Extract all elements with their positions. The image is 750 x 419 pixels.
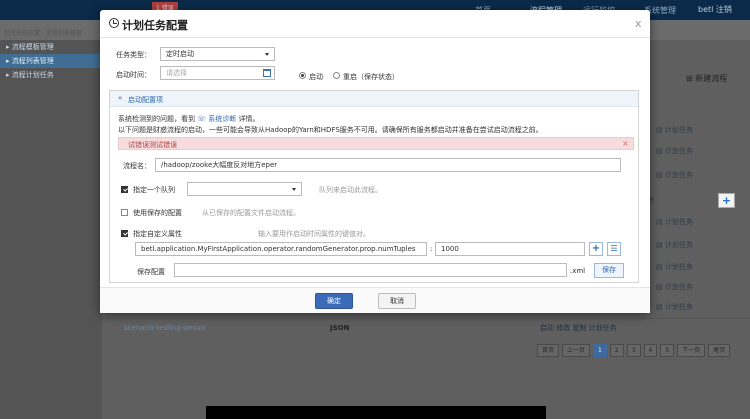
page-1[interactable]: 1 bbox=[593, 344, 607, 357]
cancel-button[interactable]: 取消 bbox=[378, 293, 416, 309]
pagination: 首页 上一页 1 2 3 4 5 下一页 尾页 bbox=[537, 344, 731, 357]
custom-prop-checkbox[interactable] bbox=[121, 230, 128, 237]
custom-prop-hint: 输入要用作启动时间属性的键值对。 bbox=[258, 230, 370, 238]
schedule-task-dialog: 计划任务配置 x 任务类型： 定时启动 启动时间： 请选择 启动 重启（保存状态… bbox=[100, 10, 650, 313]
page-3[interactable]: 3 bbox=[626, 344, 641, 357]
radio-start-label: 启动 bbox=[309, 73, 323, 81]
page-next[interactable]: 下一页 bbox=[677, 344, 706, 357]
page-prev[interactable]: 上一页 bbox=[562, 344, 591, 357]
row-schedule-link[interactable]: ▤ 计划任务 bbox=[656, 146, 693, 156]
task-type-value: 定时启动 bbox=[166, 50, 194, 58]
info-line-2: 以下问题是财惑流程的启动，一些可能会导致从Hadoop的Yarn和HDFS服务不… bbox=[118, 126, 543, 134]
flow-name-cell[interactable]: scenario-testing-umum bbox=[124, 324, 206, 332]
alert-text: 试错误测试错误 bbox=[128, 141, 177, 149]
list-icon[interactable]: ☰ bbox=[607, 242, 621, 256]
queue-label: 指定一个队列 bbox=[133, 186, 175, 194]
info-text: 详情。 bbox=[238, 115, 260, 123]
sidebar-item-scheduled-tasks[interactable]: ▸ 流程计划任务 bbox=[0, 68, 102, 82]
custom-prop-label: 指定自定义属性 bbox=[133, 230, 182, 238]
calendar-icon[interactable] bbox=[263, 69, 271, 77]
save-config-label: 保存配置 bbox=[137, 268, 165, 276]
key-value-separator: : bbox=[430, 245, 433, 253]
panel-title: 启动配置项 bbox=[128, 96, 163, 104]
page-first[interactable]: 首页 bbox=[537, 344, 560, 357]
page-2[interactable]: 2 bbox=[609, 344, 624, 357]
new-flow-button[interactable]: ⊞ 新建流程 bbox=[686, 73, 727, 84]
start-config-panel: « 启动配置项 系统检测到的问题，看到 ☏ 系统诊断 详情。 以下问题是财惑流程… bbox=[109, 90, 639, 283]
row-schedule-label: 计划任务 bbox=[664, 241, 693, 249]
radio-start[interactable] bbox=[299, 72, 306, 79]
row-schedule-label: 计划任务 bbox=[664, 263, 693, 271]
row-schedule-label: 计划任务 bbox=[664, 303, 693, 311]
queue-select[interactable] bbox=[187, 182, 302, 196]
row-schedule-link[interactable]: ▤ 计划任务 bbox=[656, 302, 693, 312]
radio-restart-label: 重启（保存状态） bbox=[343, 73, 399, 81]
dialog-title: 计划任务配置 bbox=[122, 19, 188, 32]
breadcrumb: 您所在的位置：流程列表管理 bbox=[4, 30, 83, 37]
chevron-down-icon bbox=[265, 53, 269, 56]
panel-header[interactable]: « 启动配置项 bbox=[110, 91, 638, 107]
sidebar-item-label: 流程列表管理 bbox=[11, 57, 54, 65]
queue-hint: 队列来启动此流程。 bbox=[319, 186, 382, 194]
table-row: scenario-testing-umum JSON 启动 修改 复制 计划任务 bbox=[102, 318, 750, 336]
page-4[interactable]: 4 bbox=[643, 344, 658, 357]
row-schedule-link[interactable]: ▤ 计划任务 bbox=[656, 240, 693, 250]
new-flow-label: 新建流程 bbox=[695, 74, 728, 83]
radio-restart[interactable] bbox=[333, 72, 340, 79]
diagnose-link[interactable]: ☏ 系统诊断 bbox=[197, 115, 236, 123]
row-schedule-label: 计划任务 bbox=[664, 218, 693, 226]
saved-config-label: 使用保存的配置 bbox=[133, 209, 182, 217]
user-menu[interactable]: betl 注销 bbox=[698, 4, 732, 15]
row-schedule-link[interactable]: ▤ 计划任务 bbox=[656, 282, 693, 292]
dialog-footer: 确定 取消 bbox=[100, 287, 650, 313]
row-actions[interactable]: 启动 修改 复制 计划任务 bbox=[540, 323, 617, 333]
sidebar: ▸ 流程模板管理 ▸ 流程列表管理 ▸ 流程计划任务 bbox=[0, 40, 102, 419]
info-line-1: 系统检测到的问题，看到 ☏ 系统诊断 详情。 bbox=[118, 114, 259, 124]
confirm-button[interactable]: 确定 bbox=[315, 293, 353, 309]
close-icon[interactable]: x bbox=[635, 17, 642, 30]
xml-suffix: .xml bbox=[570, 267, 586, 275]
saved-config-checkbox[interactable] bbox=[121, 209, 128, 216]
sidebar-item-flow-list[interactable]: ▸ 流程列表管理 bbox=[0, 54, 102, 68]
start-time-label: 启动时间： bbox=[116, 71, 151, 79]
sidebar-item-templates[interactable]: ▸ 流程模板管理 bbox=[0, 40, 102, 54]
error-alert: 试错误测试错误 × bbox=[118, 137, 634, 150]
diagnose-link-label: 系统诊断 bbox=[208, 115, 237, 123]
add-icon[interactable]: + bbox=[718, 193, 735, 208]
row-schedule-link[interactable]: ▤ 计划任务 bbox=[656, 125, 693, 135]
clock-icon bbox=[109, 18, 119, 28]
sidebar-item-label: 流程模板管理 bbox=[11, 43, 54, 51]
task-type-label: 任务类型： bbox=[116, 51, 151, 59]
flow-name-label: 流程名： bbox=[123, 162, 151, 170]
saved-config-hint: 从已保存的配置文件启动流程。 bbox=[202, 209, 300, 217]
dialog-header: 计划任务配置 x bbox=[100, 10, 650, 38]
chevron-up-icon: « bbox=[118, 94, 123, 102]
chevron-down-icon bbox=[292, 188, 296, 191]
start-time-input[interactable]: 请选择 bbox=[160, 66, 275, 80]
flow-name-field[interactable]: /hadoop/zooke大幅度反对地方eper bbox=[155, 158, 621, 172]
prop-key-input[interactable]: betl.application.MyFirstApplication.oper… bbox=[135, 242, 427, 256]
save-config-button[interactable]: 保存 bbox=[594, 263, 624, 278]
row-schedule-label: 计划任务 bbox=[664, 283, 693, 291]
page-5[interactable]: 5 bbox=[660, 344, 675, 357]
queue-checkbox[interactable] bbox=[121, 186, 128, 193]
row-schedule-link[interactable]: ▤ 计划任务 bbox=[656, 217, 693, 227]
save-config-input[interactable] bbox=[174, 263, 567, 277]
info-text: 系统检测到的问题，看到 bbox=[118, 115, 195, 123]
row-schedule-label: 计划任务 bbox=[664, 171, 693, 179]
task-type-select[interactable]: 定时启动 bbox=[160, 47, 275, 61]
prop-value-input[interactable]: 1000 bbox=[435, 242, 585, 256]
page-last[interactable]: 尾页 bbox=[708, 344, 731, 357]
sidebar-item-label: 流程计划任务 bbox=[11, 71, 54, 79]
row-schedule-link[interactable]: ▤ 计划任务 bbox=[656, 262, 693, 272]
start-time-placeholder: 请选择 bbox=[166, 69, 187, 77]
row-schedule-label: 计划任务 bbox=[664, 126, 693, 134]
row-schedule-label: 计划任务 bbox=[664, 147, 693, 155]
add-icon[interactable]: + bbox=[589, 242, 603, 256]
flow-format-cell: JSON bbox=[330, 324, 350, 332]
bottom-bar bbox=[206, 406, 546, 419]
close-icon[interactable]: × bbox=[622, 139, 629, 148]
row-schedule-link[interactable]: ▤ 计划任务 bbox=[656, 170, 693, 180]
